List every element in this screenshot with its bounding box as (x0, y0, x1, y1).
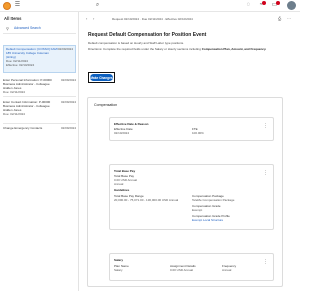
inbox-item-date: 02/09/2024 (60, 100, 76, 104)
inbox-item-date: 02/09/2024 (60, 78, 76, 82)
inbox-item-status: Effective: 02/10/2024 (6, 63, 35, 67)
advanced-search-link[interactable]: Advanced Search (14, 26, 41, 30)
search-icon[interactable]: ⌕ (94, 2, 101, 9)
compensation-package-value: TeleMe Compensation Package (192, 198, 235, 202)
directions-prefix: Directions: Complete the required fields… (88, 47, 202, 51)
total-base-pay-section: Total Base Pay Total Base Pay 0.00 USD A… (109, 164, 274, 230)
main-panel: ‹ › Request 02/10/2024 · Due 02/11/2024 … (80, 12, 300, 291)
more-vertical-icon[interactable]: ⋮ (263, 171, 268, 176)
inbox-item-title: Default Compensation: [COSSO] FAMI 185 U… (6, 47, 58, 59)
more-vertical-icon[interactable]: ⋮ (263, 260, 268, 265)
more-icon[interactable]: ⋯ (287, 16, 291, 21)
page-title: Request Default Compensation for Positio… (88, 32, 207, 38)
inbox-item-date: 02/09/2024 (57, 47, 73, 51)
plan-name-value: Salary (114, 268, 123, 272)
directions-text: Directions: Complete the required fields… (88, 47, 288, 51)
section-title: Salary (114, 258, 124, 262)
fte-value: 100.00% (192, 131, 204, 135)
inbox-item-title: Enter Personal Information: P-00000 Busi… (3, 78, 52, 90)
inbox-item[interactable]: Enter Personal Information: P-00000 Busi… (3, 78, 76, 94)
sidebar-title: All Items (4, 16, 22, 21)
effective-date-section: Effective Date & Reason Effective Date 0… (109, 117, 274, 141)
notification-badge (262, 1, 266, 5)
chevron-right-icon[interactable]: › (93, 16, 94, 21)
inbox-item[interactable]: Default Compensation: [COSSO] FAMI 185 U… (3, 45, 76, 73)
divider (3, 123, 76, 124)
guidelines-title: Guidelines (114, 188, 130, 192)
inbox-item-due: Due: 02/11/2024 (3, 90, 25, 94)
compensation-card: Compensation Effective Date & Reason Eff… (87, 97, 283, 287)
print-icon[interactable]: ⎙ (278, 16, 281, 21)
directions-emphasis: Compensation Plan, Amount, and Frequency… (201, 47, 267, 51)
inbox-item[interactable]: Change Emergency Contacts 02/09/2024 (3, 126, 76, 130)
make-changes-button[interactable]: Make Changes (88, 72, 115, 83)
inbox-badge (276, 1, 280, 5)
chevron-left-icon[interactable]: ‹ (86, 16, 87, 21)
inbox-item-date: 02/09/2024 (60, 126, 76, 130)
section-title: Total Base Pay (114, 169, 136, 173)
pay-range-value: 20,000.00 - 75,071.00 - 130,000.00 USD A… (114, 198, 179, 202)
divider (3, 33, 76, 34)
inbox-sidebar: All Items ⚲ Advanced Search Default Comp… (0, 12, 79, 291)
more-vertical-icon[interactable]: ⋮ (263, 124, 268, 129)
filter-icon[interactable]: ⚲ (6, 26, 9, 31)
top-bar: ☰ ⌕ ◌ ◔ ▭ (0, 0, 300, 12)
frequency-value: Annual (222, 268, 232, 272)
assignment-details-value: 0.00 USD Annual (170, 268, 194, 272)
chat-icon[interactable]: ◌ (245, 2, 252, 9)
salary-section: Salary Plan Name Salary Assignment Detai… (109, 253, 274, 281)
hamburger-icon[interactable]: ☰ (14, 2, 21, 9)
event-context-line: Request 02/10/2024 · Due 02/11/2024 · Ef… (112, 17, 193, 21)
total-base-pay-frequency: Annual (114, 182, 124, 186)
divider (3, 96, 76, 97)
inbox-item-title: Change Emergency Contacts (3, 126, 43, 130)
inbox-item[interactable]: Enter Contact Information: P-00000 Busin… (3, 100, 76, 116)
effective-date-value: 02/10/2024 (114, 131, 130, 135)
compensation-title: Compensation (94, 103, 118, 107)
compensation-grade-value: Exempt (192, 208, 203, 212)
make-changes-label: Make Changes (90, 74, 113, 81)
inbox-item-title: Enter Contact Information: P-00000 Busin… (3, 100, 51, 112)
section-title: Effective Date & Reason (114, 122, 149, 126)
instruction-text: Default compensation is based on Hourly … (88, 41, 185, 45)
grade-profile-link[interactable]: Exempt Local Structure (192, 218, 223, 222)
inbox-item-due: Due: 02/11/2024 (3, 112, 25, 116)
avatar[interactable] (287, 1, 296, 10)
workday-logo[interactable] (3, 2, 11, 10)
